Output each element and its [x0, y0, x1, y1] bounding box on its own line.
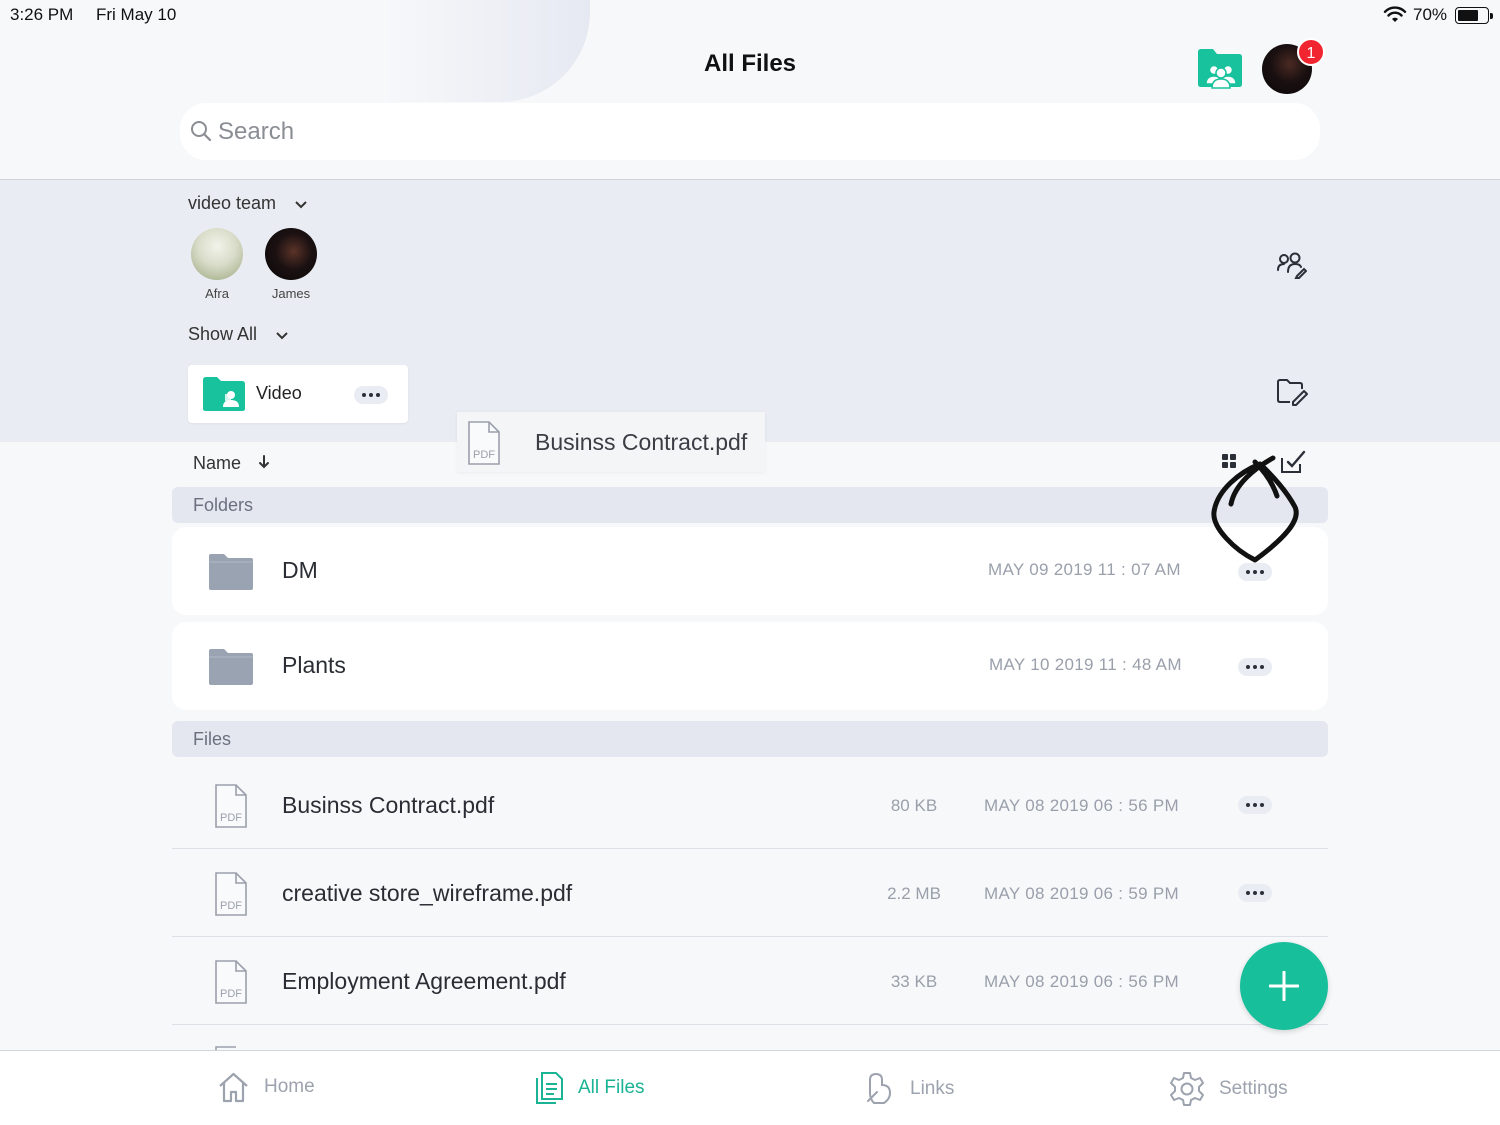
chevron-down-icon: [295, 201, 307, 209]
folder-date: MAY 09 2019 11 : 07 AM: [988, 560, 1181, 579]
file-size: 2.2 MB: [887, 884, 941, 903]
more-options-button[interactable]: [354, 386, 388, 404]
folder-icon: [209, 649, 253, 685]
file-date: MAY 08 2019 06 : 56 PM: [984, 972, 1179, 991]
file-row[interactable]: PDF creative store_wireframe.pdf 2.2 MB …: [172, 849, 1328, 937]
file-date: MAY 08 2019 06 : 59 PM: [984, 884, 1179, 903]
arrow-down-icon: [259, 455, 270, 469]
status-bar: 3:26 PM Fri May 10 70%: [0, 0, 1500, 30]
folder-name: DM: [282, 557, 318, 583]
folder-name: Video: [256, 383, 302, 403]
show-all-label: Show All: [188, 324, 258, 344]
pdf-label: PDF: [220, 812, 242, 824]
folder-row[interactable]: DM MAY 09 2019 11 : 07 AM: [172, 527, 1328, 615]
tab-settings[interactable]: Settings: [1169, 1071, 1288, 1107]
plus-icon: [1269, 971, 1299, 1001]
status-date: Fri May 10: [96, 5, 177, 24]
edit-folder-icon[interactable]: [1276, 378, 1308, 406]
tab-label: Settings: [1219, 1078, 1288, 1099]
file-name: Businss Contract.pdf: [282, 792, 495, 818]
drag-file-name: Businss Contract.pdf: [535, 429, 748, 455]
file-row[interactable]: PDF Employment Agreement.pdf 33 KB MAY 0…: [172, 937, 1328, 1025]
file-size: 80 KB: [890, 796, 938, 815]
drag-preview: PDF Businss Contract.pdf: [457, 412, 765, 472]
file-size: 33 KB: [890, 972, 938, 991]
files-section-header: Files: [172, 721, 1328, 757]
notification-badge: 1: [1297, 38, 1325, 66]
pdf-icon: PDF: [215, 784, 247, 828]
pdf-label: PDF: [473, 449, 495, 461]
tab-label: Home: [264, 1076, 315, 1097]
tab-home[interactable]: Home: [217, 1071, 315, 1103]
more-options-button[interactable]: [1238, 884, 1272, 902]
status-time: 3:26 PM: [10, 5, 74, 24]
sort-button[interactable]: Name: [193, 453, 270, 474]
section-title: Files: [193, 729, 232, 749]
folder-row[interactable]: Plants MAY 10 2019 11 : 48 AM: [172, 622, 1328, 710]
more-options-button[interactable]: [1238, 796, 1272, 814]
team-name: video team: [188, 193, 277, 213]
tab-links[interactable]: Links: [864, 1071, 954, 1107]
more-options-button[interactable]: [1238, 658, 1272, 676]
team-folder-icon[interactable]: [1196, 44, 1244, 92]
member-name: Afra: [205, 286, 229, 301]
file-date: MAY 08 2019 06 : 56 PM: [984, 796, 1179, 815]
file-row[interactable]: PDF Businss Contract.pdf 80 KB MAY 08 20…: [172, 761, 1328, 849]
file-name: creative store_wireframe.pdf: [282, 880, 573, 906]
section-title: Folders: [193, 495, 254, 515]
battery-icon: [1455, 7, 1493, 24]
tab-label: All Files: [578, 1077, 645, 1098]
pdf-label: PDF: [220, 988, 242, 1000]
avatar: [191, 228, 243, 280]
search-bar[interactable]: [180, 103, 1320, 160]
folder-date: MAY 10 2019 11 : 48 AM: [989, 655, 1182, 674]
show-all-toggle[interactable]: Show All: [188, 324, 288, 345]
files-icon: [536, 1072, 563, 1104]
pdf-icon: PDF: [468, 421, 500, 465]
folder-icon: [209, 554, 253, 590]
gear-icon: [1170, 1072, 1204, 1106]
link-icon: [867, 1072, 892, 1104]
wifi-icon: [1383, 6, 1407, 22]
member-james[interactable]: James: [261, 228, 321, 301]
avatar: [265, 228, 317, 280]
pdf-label: PDF: [220, 900, 242, 912]
file-name: Employment Agreement.pdf: [282, 968, 566, 994]
search-input[interactable]: [218, 103, 1298, 160]
folder-name: Plants: [282, 652, 346, 678]
drag-cursor-icon: [1211, 455, 1299, 563]
team-selector[interactable]: video team: [188, 193, 307, 214]
member-afra[interactable]: Afra: [187, 228, 247, 301]
tab-all-files[interactable]: All Files: [534, 1071, 645, 1105]
folders-section-header: Folders: [172, 487, 1328, 523]
pdf-icon: PDF: [215, 960, 247, 1004]
team-folder-card[interactable]: Video: [188, 365, 408, 423]
shared-folder-icon: [203, 377, 245, 411]
search-icon: [191, 121, 212, 142]
tab-label: Links: [910, 1078, 955, 1099]
chevron-down-icon: [276, 332, 288, 340]
battery-percent: 70%: [1413, 5, 1448, 24]
tab-bar: Home All Files Links Settings: [0, 1050, 1500, 1125]
pdf-icon: PDF: [215, 872, 247, 916]
sort-label: Name: [193, 453, 242, 473]
add-button[interactable]: [1240, 942, 1328, 1030]
member-name: James: [271, 286, 311, 301]
home-icon: [219, 1072, 248, 1103]
edit-members-icon[interactable]: [1275, 250, 1307, 280]
